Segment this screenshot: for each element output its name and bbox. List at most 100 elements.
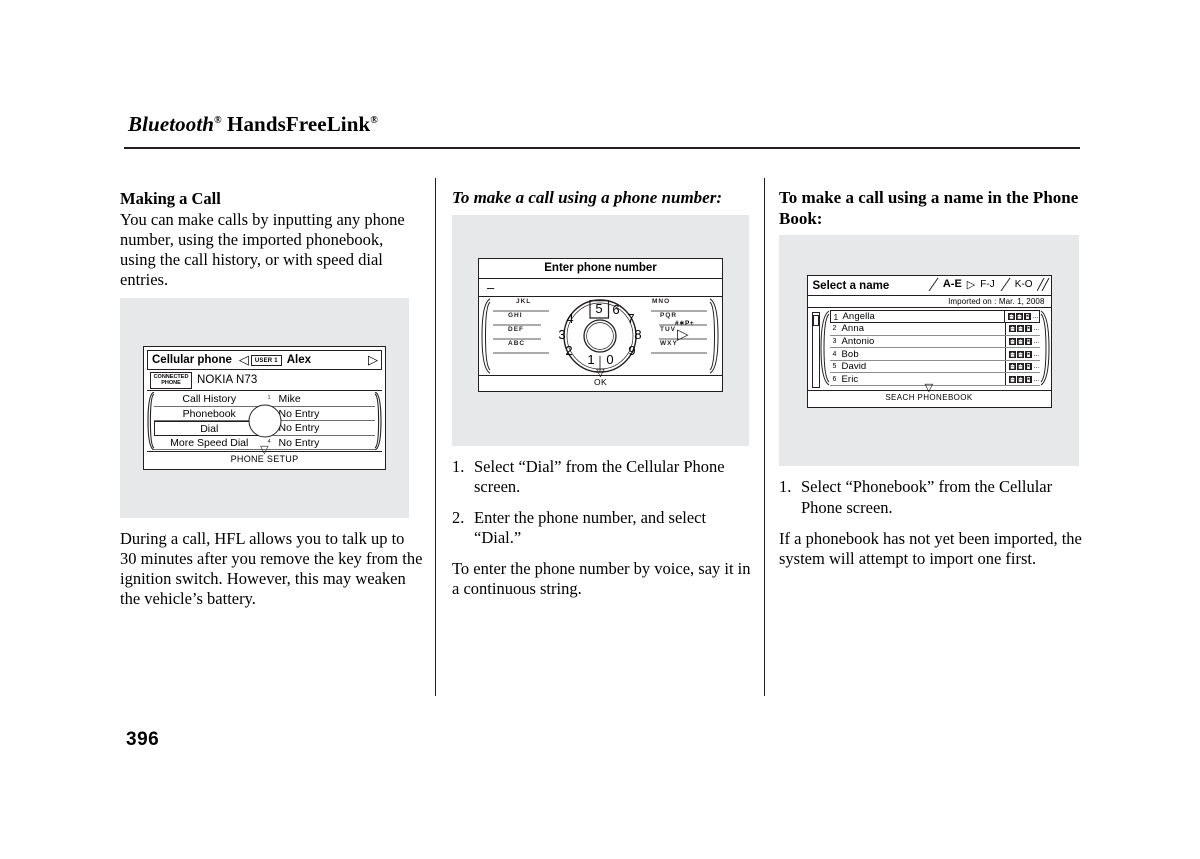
phonebook-row-name: Anna — [841, 323, 865, 335]
page-title: Bluetooth® HandsFreeLink® — [128, 112, 1080, 137]
select-a-name-screen: Select a name A-E ▷ F-J K-O Imported on … — [806, 275, 1052, 409]
speed-dial-3[interactable]: 3 No Entry — [264, 421, 375, 436]
enter-phone-number-title: Enter phone number — [479, 259, 722, 279]
phonebook-row-ellipsis: ... — [1033, 337, 1040, 345]
menu-bracket-right-icon — [374, 392, 382, 451]
page-number: 396 — [126, 729, 160, 750]
phonebook-row-name: Bob — [841, 348, 859, 360]
home-icon — [1008, 337, 1016, 345]
office-icon — [1016, 337, 1024, 345]
registered-mark-icon-2: ® — [370, 115, 378, 126]
mobile-icon — [1024, 350, 1032, 358]
alpha-tabs: A-E ▷ F-J K-O — [927, 277, 1051, 292]
tab-a-e[interactable]: A-E — [939, 277, 966, 292]
column-divider-2 — [764, 178, 765, 696]
cellular-phone-screen: Cellular phone USER 1 Alex CONNECTED PHO… — [143, 346, 386, 471]
step-item: 2. Enter the phone number, and select “D… — [452, 508, 755, 548]
office-icon — [1016, 375, 1024, 383]
phonebook-row[interactable]: 6 Eric ... — [829, 373, 1040, 387]
phonebook-row[interactable]: 4 Bob ... — [829, 348, 1040, 361]
step-text: Select “Phonebook” from the Cellular Pho… — [801, 477, 1053, 517]
phonebook-row-ellipsis: ... — [1033, 375, 1040, 383]
symbol-key-arrow-icon[interactable]: ▷ — [677, 327, 689, 342]
cellular-phone-title: Cellular phone — [152, 354, 232, 367]
dial-digit-6[interactable]: 6 — [609, 302, 623, 317]
phonebook-row-index: 4 — [832, 350, 837, 358]
dial-digit-1[interactable]: 1 — [584, 352, 598, 367]
phonebook-row-icons: ... — [1004, 323, 1040, 335]
enter-phone-number-screen: Enter phone number – JKL GHI DEF ABC MNO… — [478, 257, 723, 392]
voice-entry-note: To enter the phone number by voice, say … — [452, 558, 751, 598]
phonebook-row-ellipsis: ... — [1033, 350, 1040, 358]
phonebook-row[interactable]: 3 Antonio ... — [829, 335, 1040, 349]
speed-dial-label-1: Mike — [278, 393, 301, 406]
phonebook-row[interactable]: 1 Angella ... — [829, 310, 1040, 324]
enter-phone-number-footer[interactable]: ▽ OK — [479, 367, 722, 389]
list-bracket-right-icon — [1040, 311, 1050, 386]
mobile-icon — [1024, 325, 1032, 333]
mobile-icon — [1023, 313, 1031, 321]
call-using-number-steps: 1. Select “Dial” from the Cellular Phone… — [452, 457, 755, 548]
step-item: 1. Select “Dial” from the Cellular Phone… — [452, 457, 755, 497]
dial-digit-3[interactable]: 3 — [555, 327, 569, 342]
speed-dial-1[interactable]: 1 Mike — [264, 392, 375, 407]
cellular-phone-titlebar: Cellular phone USER 1 Alex — [147, 350, 382, 371]
column-3: To make a call using a name in the Phone… — [779, 188, 1082, 577]
speed-dial-label-2: No Entry — [278, 407, 320, 420]
dial-digit-0[interactable]: 0 — [603, 352, 617, 367]
dial-digit-9[interactable]: 9 — [625, 343, 639, 358]
letters-pqr: PQR — [660, 311, 678, 319]
search-phonebook-label: SEACH PHONEBOOK — [885, 393, 973, 403]
phonebook-row-ellipsis: ... — [1033, 325, 1040, 333]
connected-badge-line2: PHONE — [161, 380, 181, 387]
select-a-name-titlebar: Select a name A-E ▷ F-J K-O — [808, 276, 1051, 295]
scrollbar-thumb[interactable] — [812, 315, 819, 327]
page-title-bluetooth: Bluetooth — [128, 112, 215, 136]
phonebook-row[interactable]: 2 Anna ... — [829, 323, 1040, 336]
during-a-call-note: During a call, HFL allows you to talk up… — [120, 529, 423, 609]
connected-phone-model: NOKIA N73 — [197, 374, 258, 387]
connected-phone-row: CONNECTED PHONE NOKIA N73 — [147, 370, 382, 392]
dial-digit-8[interactable]: 8 — [631, 327, 645, 342]
dial-pad[interactable]: JKL GHI DEF ABC MNO PQR TUV WXY 5 6 7 8 … — [479, 297, 722, 375]
select-a-name-title: Select a name — [812, 279, 890, 292]
figure-select-a-name-screen: Select a name A-E ▷ F-J K-O Imported on … — [779, 235, 1079, 467]
phonebook-import-note: If a phonebook has not yet been imported… — [779, 528, 1082, 568]
dial-digit-4[interactable]: 4 — [563, 311, 577, 326]
phonebook-row[interactable]: 5 David ... — [829, 360, 1040, 374]
making-a-call-intro: You can make calls by inputting any phon… — [120, 210, 405, 290]
call-using-name-heading: To make a call using a name in the Phone… — [779, 188, 1079, 228]
speed-dial-4[interactable]: 4 No Entry — [264, 436, 375, 451]
phonebook-row-ellipsis: ... — [1033, 363, 1040, 371]
home-icon — [1008, 325, 1016, 333]
tab-f-j[interactable]: F-J — [976, 277, 998, 292]
phonebook-row-name: Angella — [842, 311, 875, 323]
dial-digit-7[interactable]: 7 — [624, 311, 638, 326]
menu-selector-knob[interactable] — [248, 404, 281, 438]
imported-on-label: Imported on : Mar. 1, 2008 — [807, 295, 1051, 309]
dial-digit-5[interactable]: 5 — [592, 301, 606, 316]
select-a-name-footer[interactable]: ▽ SEACH PHONEBOOK — [807, 383, 1051, 404]
connected-phone-badge: CONNECTED PHONE — [150, 371, 192, 389]
figure-cellular-phone-screen: Cellular phone USER 1 Alex CONNECTED PHO… — [120, 298, 409, 519]
mobile-icon — [1024, 363, 1032, 371]
phone-number-input[interactable]: – — [479, 279, 722, 297]
home-icon — [1008, 375, 1016, 383]
prev-user-arrow-icon[interactable] — [239, 354, 249, 366]
making-a-call-heading: Making a Call — [120, 189, 221, 208]
mobile-icon — [1024, 375, 1032, 383]
phonebook-row-icons: ... — [1004, 348, 1040, 360]
tab-k-o[interactable]: K-O — [1011, 277, 1037, 292]
scrollbar[interactable] — [811, 312, 820, 389]
dial-digit-2[interactable]: 2 — [562, 343, 576, 358]
ok-caret-icon: ▽ — [596, 366, 605, 379]
menu-item-call-history[interactable]: Call History — [154, 392, 265, 407]
connected-badge-line1: CONNECTED — [153, 373, 189, 380]
next-user-arrow-icon[interactable] — [368, 354, 378, 366]
letters-ghi: GHI — [508, 311, 523, 319]
menu-item-more-speed-dial[interactable]: More Speed Dial — [154, 436, 265, 451]
speed-dial-2[interactable]: 2 No Entry — [264, 407, 375, 422]
phonebook-row-icons: ... — [1004, 335, 1040, 348]
speed-dial-index-1: 1 — [267, 395, 271, 402]
cellular-phone-footer[interactable]: ▽ PHONE SETUP — [147, 445, 382, 464]
